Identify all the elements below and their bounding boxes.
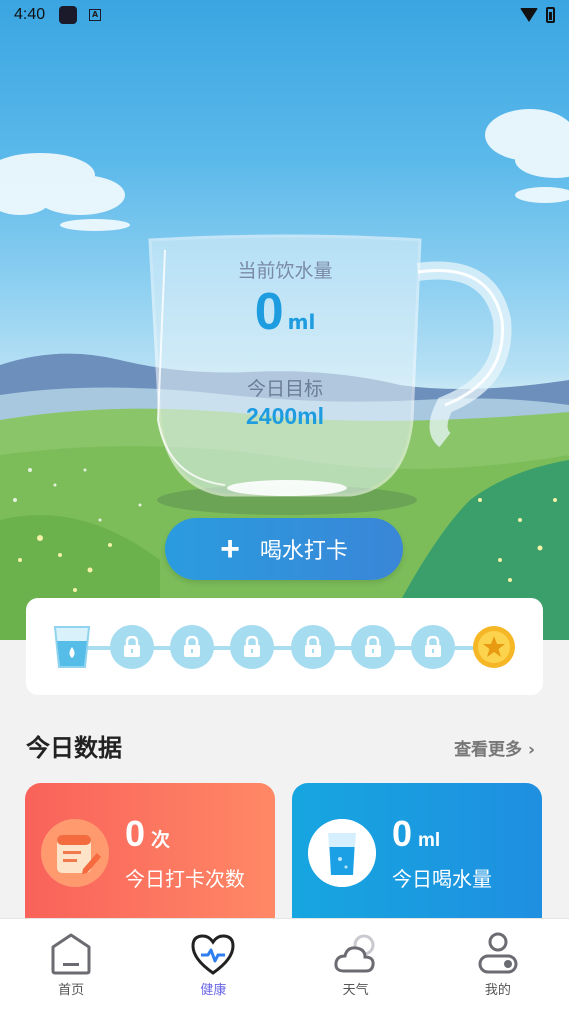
nav-health[interactable]: 健康: [142, 919, 284, 1011]
view-more-link[interactable]: 查看更多 ›: [454, 735, 535, 760]
lock-icon: [411, 625, 455, 669]
nav-mine-label: 我的: [484, 983, 511, 998]
wifi-icon: [520, 8, 538, 22]
glass-icon: [53, 626, 91, 668]
heart-pulse-icon: [191, 934, 235, 975]
today-data-title: 今日数据: [26, 734, 122, 762]
checkin-progress-card: [26, 598, 543, 695]
profile-icon: [478, 932, 518, 974]
current-intake-unit: ml: [287, 310, 316, 334]
cloud-icon: [334, 934, 375, 973]
hero-scene: 当前饮水量 0 ml 今日目标 2400ml + 喝水打卡: [0, 0, 569, 640]
star-icon: [473, 626, 515, 668]
daily-goal-value: 2400ml: [245, 403, 324, 429]
water-intake-unit: ml: [418, 830, 441, 851]
app-notification-icon: [59, 6, 78, 24]
nav-home-label: 首页: [58, 983, 85, 998]
nav-health-label: 健康: [200, 983, 227, 998]
lock-icon: [170, 625, 214, 669]
nav-mine[interactable]: 我的: [427, 919, 569, 1011]
chevron-right-icon: ›: [527, 740, 535, 760]
note-pen-icon: [41, 819, 109, 887]
nav-weather[interactable]: 天气: [285, 919, 427, 1011]
view-more-label: 查看更多: [454, 740, 523, 760]
plus-icon: +: [220, 530, 240, 568]
nav-home[interactable]: 首页: [0, 919, 142, 1011]
water-intake-card[interactable]: 0 ml 今日喝水量: [292, 783, 542, 933]
checkin-count-value: 0次: [125, 813, 170, 855]
water-intake-value: 0 ml: [392, 813, 440, 855]
a-notification-icon: A: [89, 9, 102, 21]
drink-checkin-label: 喝水打卡: [259, 539, 348, 564]
drink-checkin-button[interactable]: + 喝水打卡: [165, 518, 403, 580]
current-intake-number: 0: [254, 283, 284, 341]
checkin-count-label: 今日打卡次数: [125, 867, 245, 891]
checkin-count-unit: 次: [151, 830, 171, 851]
water-intake-number: 0: [392, 813, 413, 854]
lock-icon: [230, 625, 274, 669]
checkin-count-number: 0: [125, 813, 146, 854]
water-glass-icon: [308, 819, 376, 887]
daily-goal-label: 今日目标: [246, 378, 323, 400]
checkin-count-card[interactable]: 0次 今日打卡次数: [25, 783, 275, 933]
nav-weather-label: 天气: [342, 983, 369, 998]
status-time: 4:40: [14, 6, 46, 23]
water-intake-label: 今日喝水量: [392, 867, 492, 891]
bottom-navigation: 首页 健康 天气 我的: [0, 918, 569, 1011]
lock-icon: [110, 625, 154, 669]
status-bar: 4:40 A: [0, 0, 569, 30]
current-intake-label: 当前饮水量: [237, 260, 333, 282]
battery-icon: [546, 7, 555, 23]
current-intake-value: 0 ml: [160, 282, 410, 342]
lock-icon: [291, 625, 335, 669]
lock-icon: [351, 625, 395, 669]
home-icon: [51, 933, 91, 975]
